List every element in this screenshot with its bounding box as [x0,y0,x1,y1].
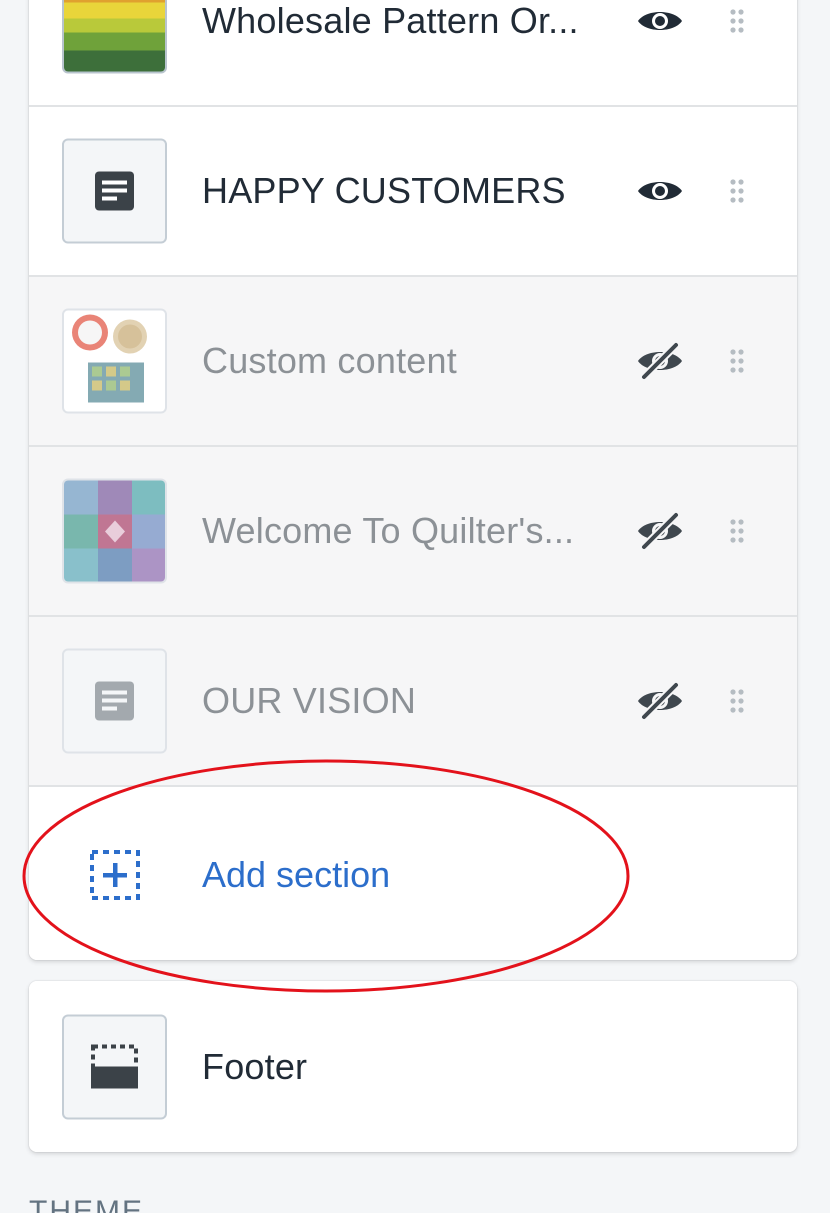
drag-handle-icon[interactable] [729,688,745,714]
drag-handle-icon[interactable] [729,8,745,34]
add-section-label: Add section [202,854,391,895]
section-row-custom-content[interactable]: Custom content [29,277,797,447]
text-block-icon [95,681,134,721]
drag-handle-icon[interactable] [729,348,745,374]
footer-label: Footer [202,1045,308,1087]
section-row-our-vision[interactable]: OUR VISION [29,617,797,787]
eye-slash-icon[interactable] [634,681,686,721]
section-thumbnail [62,648,167,754]
eye-slash-icon[interactable] [634,341,686,381]
footer-card[interactable]: Footer [29,981,797,1152]
fabric-stack-image [64,0,165,72]
eye-slash-icon[interactable] [634,511,686,551]
drag-handle-icon[interactable] [729,518,745,544]
eye-icon[interactable] [634,171,686,211]
drag-handle-icon[interactable] [729,178,745,204]
section-row-wholesale[interactable]: Wholesale Pattern Or... [29,0,797,107]
section-label: Custom content [202,340,457,381]
footer-layout-icon [91,1044,138,1088]
section-thumbnail [62,478,167,584]
section-thumbnail [62,308,167,414]
section-label: HAPPY CUSTOMERS [202,170,566,211]
quilt-image [64,480,165,582]
section-row-happy-customers[interactable]: HAPPY CUSTOMERS [29,107,797,277]
section-row-welcome[interactable]: Welcome To Quilter's... [29,447,797,617]
custom-content-image [72,314,147,403]
section-thumbnail [62,138,167,244]
section-label: OUR VISION [202,680,417,721]
theme-editor-sidebar: Wholesale Pattern Or... HAPPY CUSTOMERS … [0,0,830,1213]
text-block-icon [95,171,134,211]
section-label: Welcome To Quilter's... [202,510,575,551]
theme-heading: THEME [29,1195,144,1213]
eye-icon[interactable] [634,1,686,41]
sections-card: Wholesale Pattern Or... HAPPY CUSTOMERS … [29,0,797,960]
add-section-button[interactable]: Add section [29,790,797,960]
section-label: Wholesale Pattern Or... [202,0,579,41]
add-section-icon [90,850,140,900]
section-thumbnail [62,1014,167,1119]
section-thumbnail [62,0,167,74]
footer-row[interactable]: Footer [29,981,797,1152]
